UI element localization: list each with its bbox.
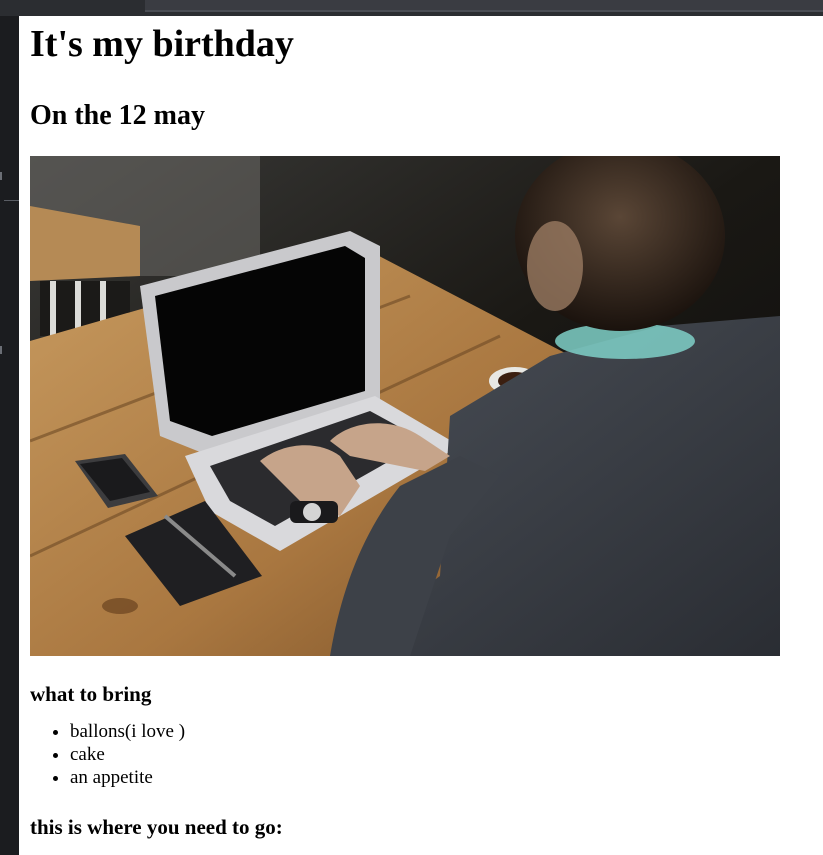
- list-item: ballons(i love ): [70, 720, 823, 743]
- page-subtitle: On the 12 may: [30, 100, 205, 131]
- bring-list: ballons(i love ) cake an appetite: [30, 720, 823, 789]
- list-item: cake: [70, 743, 823, 766]
- location-heading: this is where you need to go:: [30, 815, 283, 839]
- gutter-marker: [4, 200, 19, 201]
- laptop-photo: [30, 156, 780, 656]
- bring-heading: what to bring: [30, 682, 152, 706]
- editor-tab-strip: [145, 0, 823, 12]
- gutter-tick: [0, 172, 2, 180]
- page-title: It's my birthday: [30, 23, 294, 65]
- editor-left-gutter: [0, 16, 19, 855]
- browser-page: It's my birthday On the 12 may what to b…: [19, 16, 823, 855]
- editor-top-bar: [0, 0, 823, 17]
- list-item: an appetite: [70, 766, 823, 789]
- gutter-tick: [0, 346, 2, 354]
- page-content: It's my birthday On the 12 may what to b…: [19, 22, 823, 839]
